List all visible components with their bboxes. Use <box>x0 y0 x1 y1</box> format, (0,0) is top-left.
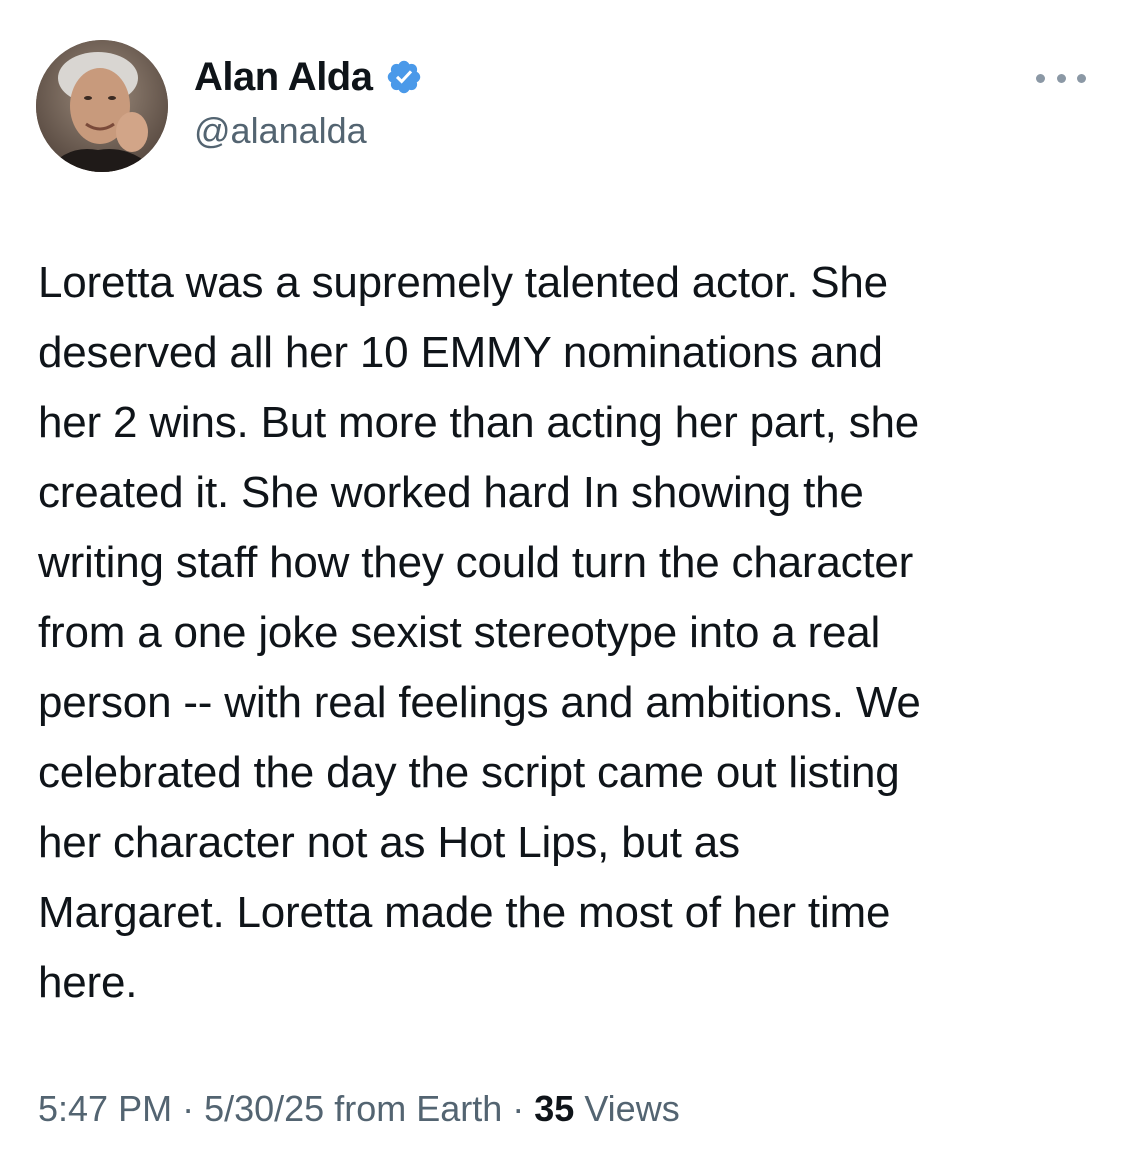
tweet-header: Alan Alda @alanalda <box>36 40 1096 172</box>
more-options-icon[interactable] <box>1036 70 1086 86</box>
author-display-name[interactable]: Alan Alda <box>194 55 373 100</box>
meta-separator: · <box>502 1088 535 1129</box>
display-name-row: Alan Alda <box>194 54 423 100</box>
dot-icon <box>1056 73 1066 83</box>
dot-icon <box>1036 73 1045 83</box>
views-count[interactable]: 35 <box>534 1088 574 1129</box>
avatar-photo-icon <box>36 40 168 172</box>
author-names: Alan Alda @alanalda <box>194 54 423 152</box>
author-handle[interactable]: @alanalda <box>194 110 423 152</box>
author-avatar[interactable] <box>36 40 168 172</box>
meta-separator: · <box>172 1088 205 1129</box>
tweet-time[interactable]: 5:47 PM <box>38 1088 172 1129</box>
views-label: Views <box>574 1088 680 1129</box>
tweet-date[interactable]: 5/30/25 <box>204 1088 324 1129</box>
tweet-source: from Earth <box>324 1088 503 1129</box>
verified-badge-icon[interactable] <box>385 58 423 96</box>
dot-icon <box>1077 73 1086 83</box>
tweet-text: Loretta was a supremely talented actor. … <box>38 258 921 1007</box>
tweet-meta: 5:47 PM · 5/30/25 from Earth · 35 Views <box>38 1088 680 1130</box>
